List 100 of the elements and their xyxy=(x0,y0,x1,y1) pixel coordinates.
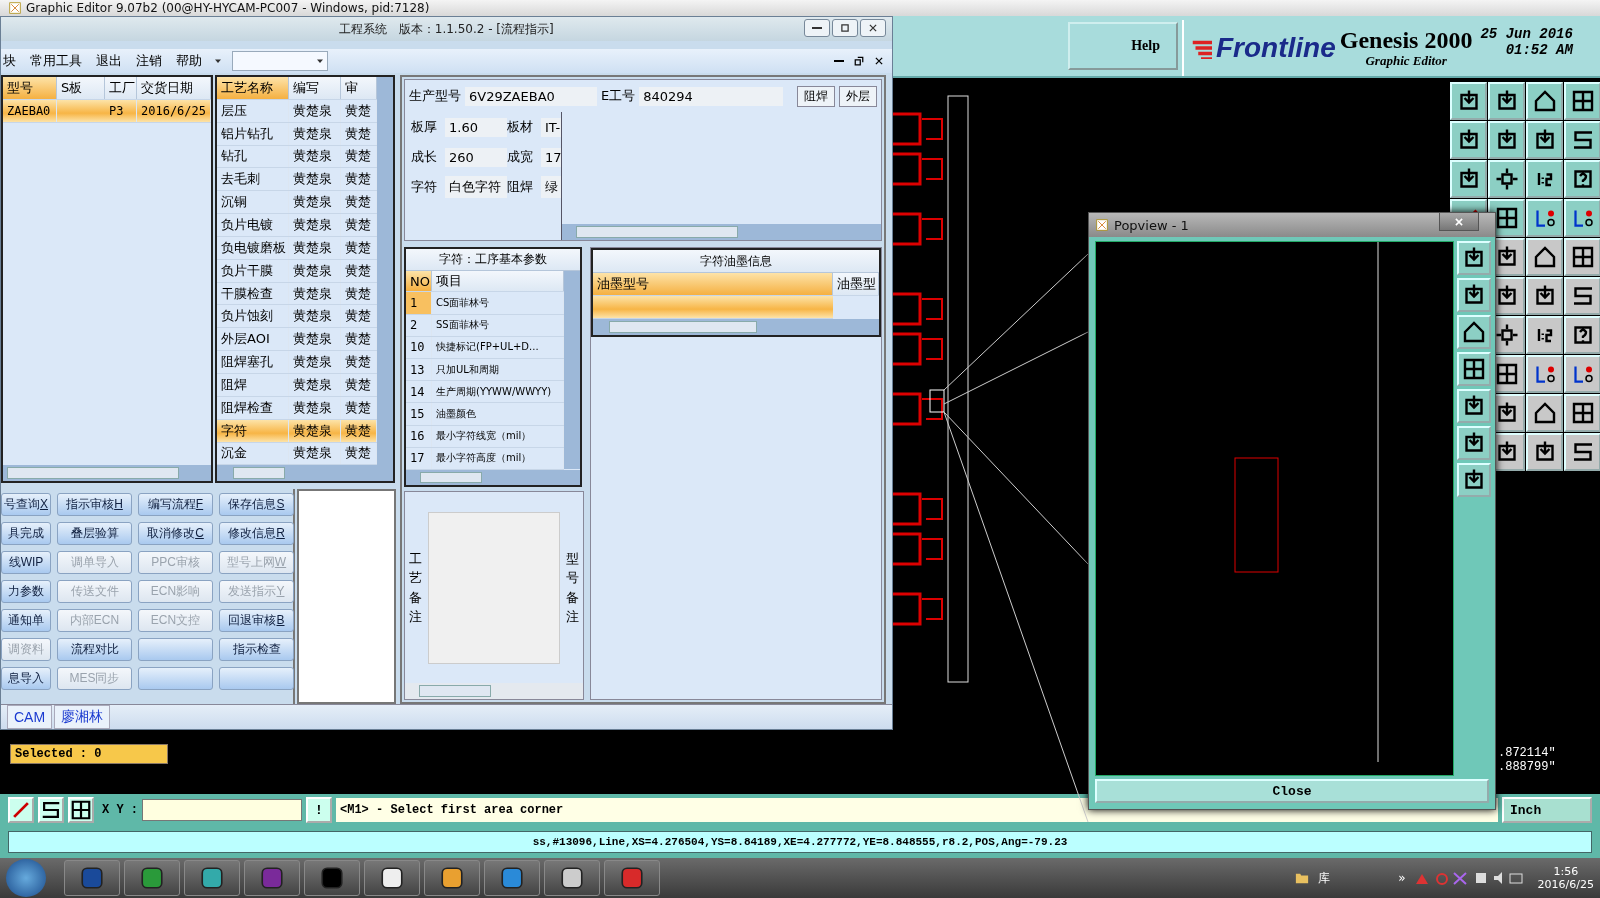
action-button[interactable]: 号查询X xyxy=(1,493,51,516)
toolbar-button[interactable] xyxy=(1488,160,1525,198)
table-row[interactable]: 负片蚀刻 黄楚泉 黄楚 xyxy=(217,305,377,329)
table-row[interactable]: 阻焊检查 黄楚泉 黄楚 xyxy=(217,396,377,420)
column-header[interactable]: S板 xyxy=(57,77,105,99)
toolbar-button[interactable] xyxy=(1526,238,1563,276)
toolbar-button[interactable] xyxy=(1564,394,1600,432)
toolbar-button[interactable] xyxy=(1564,355,1600,393)
toolbar-button[interactable] xyxy=(1450,160,1487,198)
toolbar-button[interactable] xyxy=(1457,278,1491,312)
toolbar-button[interactable] xyxy=(1526,394,1563,432)
taskbar-button[interactable] xyxy=(364,860,420,896)
coordinate-input[interactable] xyxy=(142,799,302,821)
toolbar-button[interactable] xyxy=(1526,316,1563,354)
horizontal-scrollbar[interactable] xyxy=(593,319,879,335)
table-row[interactable]: 沉铜 黄楚泉 黄楚 xyxy=(217,191,377,215)
action-button[interactable]: 线WIP xyxy=(1,551,51,574)
table-row[interactable]: 阻焊塞孔 黄楚泉 黄楚 xyxy=(217,351,377,374)
column-header[interactable]: 项目 xyxy=(432,270,564,292)
action-button[interactable]: 叠层验算 xyxy=(57,522,132,545)
toolbar-button[interactable] xyxy=(1526,160,1563,198)
taskbar-button[interactable] xyxy=(544,860,600,896)
toolbar-button[interactable] xyxy=(1457,463,1491,497)
action-button[interactable]: 力参数 xyxy=(1,580,51,603)
toolbar-button[interactable] xyxy=(1526,82,1563,120)
toolbar-button[interactable] xyxy=(1488,121,1525,159)
toolbar-button[interactable] xyxy=(1564,121,1600,159)
toolbar-button[interactable] xyxy=(1564,238,1600,276)
toolbar-button[interactable] xyxy=(1564,160,1600,198)
action-button[interactable]: 指示检查 xyxy=(219,638,294,661)
column-header[interactable]: 审 xyxy=(341,77,377,99)
column-header[interactable]: 工艺名称 xyxy=(217,77,289,99)
taskbar-button[interactable] xyxy=(424,860,480,896)
table-row[interactable]: 去毛刺 黄楚泉 黄楚 xyxy=(217,168,377,192)
action-button[interactable]: 具完成 xyxy=(1,522,51,545)
horizontal-scrollbar[interactable] xyxy=(3,465,211,481)
horizontal-scrollbar[interactable] xyxy=(217,465,393,481)
layer-tab[interactable]: 阻焊 xyxy=(797,85,835,107)
menu-item[interactable]: 块 xyxy=(1,52,18,70)
toolbar-button[interactable] xyxy=(1450,82,1487,120)
column-header[interactable]: 编写 xyxy=(289,77,341,99)
close-button[interactable] xyxy=(1439,213,1479,231)
toolbar-button[interactable] xyxy=(1564,199,1600,237)
table-row[interactable]: 17 最小字符高度（mil） xyxy=(406,447,564,470)
menu-item[interactable]: 注销 xyxy=(134,52,164,70)
toolbar-button[interactable] xyxy=(1457,241,1491,275)
table-row[interactable]: 铝片钻孔 黄楚泉 黄楚 xyxy=(217,122,377,146)
help-button[interactable]: Help xyxy=(1068,22,1178,70)
maximize-button[interactable] xyxy=(832,19,858,37)
table-row[interactable]: 钻孔 黄楚泉 黄楚 xyxy=(217,145,377,169)
minimize-button[interactable] xyxy=(804,19,830,37)
table-row[interactable]: 层压 黄楚泉 黄楚 xyxy=(217,99,377,123)
menu-item[interactable]: 退出 xyxy=(94,52,124,70)
table-row[interactable]: 阻焊 黄楚泉 黄楚 xyxy=(217,373,377,397)
close-button[interactable]: Close xyxy=(1095,779,1489,803)
toolbar-button[interactable] xyxy=(1564,433,1600,471)
table-row[interactable]: 负片电镀 黄楚泉 黄楚 xyxy=(217,214,377,237)
table-row[interactable]: 负片干膜 黄楚泉 黄楚 xyxy=(217,259,377,283)
alert-button[interactable]: ! xyxy=(306,797,332,823)
action-button[interactable]: 回退审核B xyxy=(219,609,294,632)
taskbar-button[interactable] xyxy=(304,860,360,896)
tab[interactable]: 廖湘林 xyxy=(54,705,111,729)
table-row[interactable]: 干膜检查 黄楚泉 黄楚 xyxy=(217,282,377,306)
vertical-scrollbar[interactable] xyxy=(564,271,580,469)
table-row[interactable]: 外层AOI 黄楚泉 黄楚 xyxy=(217,328,377,352)
toolbar-button[interactable] xyxy=(1564,277,1600,315)
column-header[interactable]: 油墨型 xyxy=(833,273,879,295)
column-header[interactable]: 型号 xyxy=(3,77,57,99)
tray-label[interactable]: 库 xyxy=(1318,869,1331,887)
toolbar-button[interactable] xyxy=(1526,433,1563,471)
toolbar-button[interactable] xyxy=(1526,199,1563,237)
layer-tab[interactable]: 外层 xyxy=(839,85,877,107)
toolbar-button[interactable] xyxy=(1526,121,1563,159)
column-header[interactable]: NO xyxy=(406,270,432,292)
toolbar-button[interactable] xyxy=(1564,82,1600,120)
dropdown-field[interactable] xyxy=(232,51,328,71)
table-row[interactable]: 负电镀磨板 黄楚泉 黄楚 xyxy=(217,236,377,260)
table-row[interactable]: 字符 黄楚泉 黄楚 xyxy=(217,419,377,443)
action-button[interactable]: 编写流程F xyxy=(138,493,213,516)
column-header[interactable]: 交货日期 xyxy=(137,77,211,99)
units-button[interactable]: Inch xyxy=(1502,797,1592,823)
action-button[interactable]: 通知单 xyxy=(1,609,51,632)
action-button[interactable]: 息导入 xyxy=(1,667,51,690)
toolbar-button[interactable] xyxy=(1488,82,1525,120)
action-button[interactable]: 指示审核H xyxy=(57,493,132,516)
horizontal-scrollbar[interactable] xyxy=(405,683,583,699)
horizontal-scrollbar[interactable] xyxy=(562,224,881,240)
taskbar-button[interactable] xyxy=(184,860,240,896)
action-button[interactable]: 流程对比 xyxy=(57,638,132,661)
toolbar-button[interactable] xyxy=(1526,355,1563,393)
action-button[interactable]: 保存信息S xyxy=(219,493,294,516)
table-row[interactable]: 1 CS面菲林号 xyxy=(406,292,564,315)
toolbar-button[interactable] xyxy=(1457,389,1491,423)
table-row[interactable]: ZAEBA0 P3 2016/6/25 xyxy=(3,100,211,123)
toolbar-button[interactable] xyxy=(1457,315,1491,349)
start-button[interactable] xyxy=(6,859,46,897)
close-button[interactable] xyxy=(860,19,886,37)
action-button[interactable]: 修改信息R xyxy=(219,522,294,545)
tab[interactable]: CAM xyxy=(7,705,53,729)
menu-item[interactable]: 常用工具 xyxy=(28,52,84,70)
